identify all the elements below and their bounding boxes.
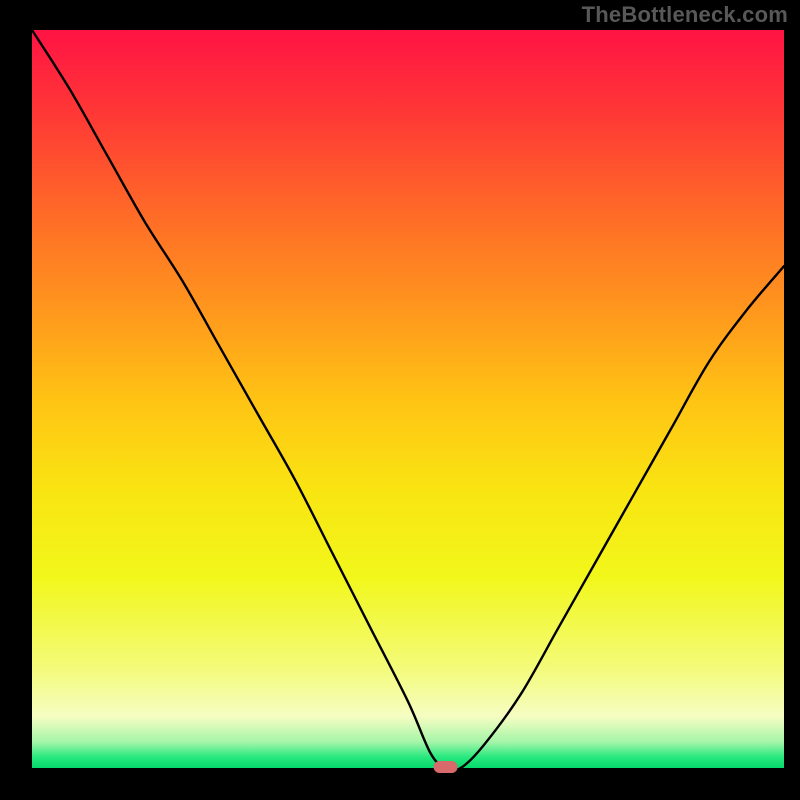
- gradient-background: [32, 30, 784, 768]
- minimum-marker: [434, 761, 458, 773]
- chart-svg: [0, 0, 800, 800]
- chart-stage: TheBottleneck.com: [0, 0, 800, 800]
